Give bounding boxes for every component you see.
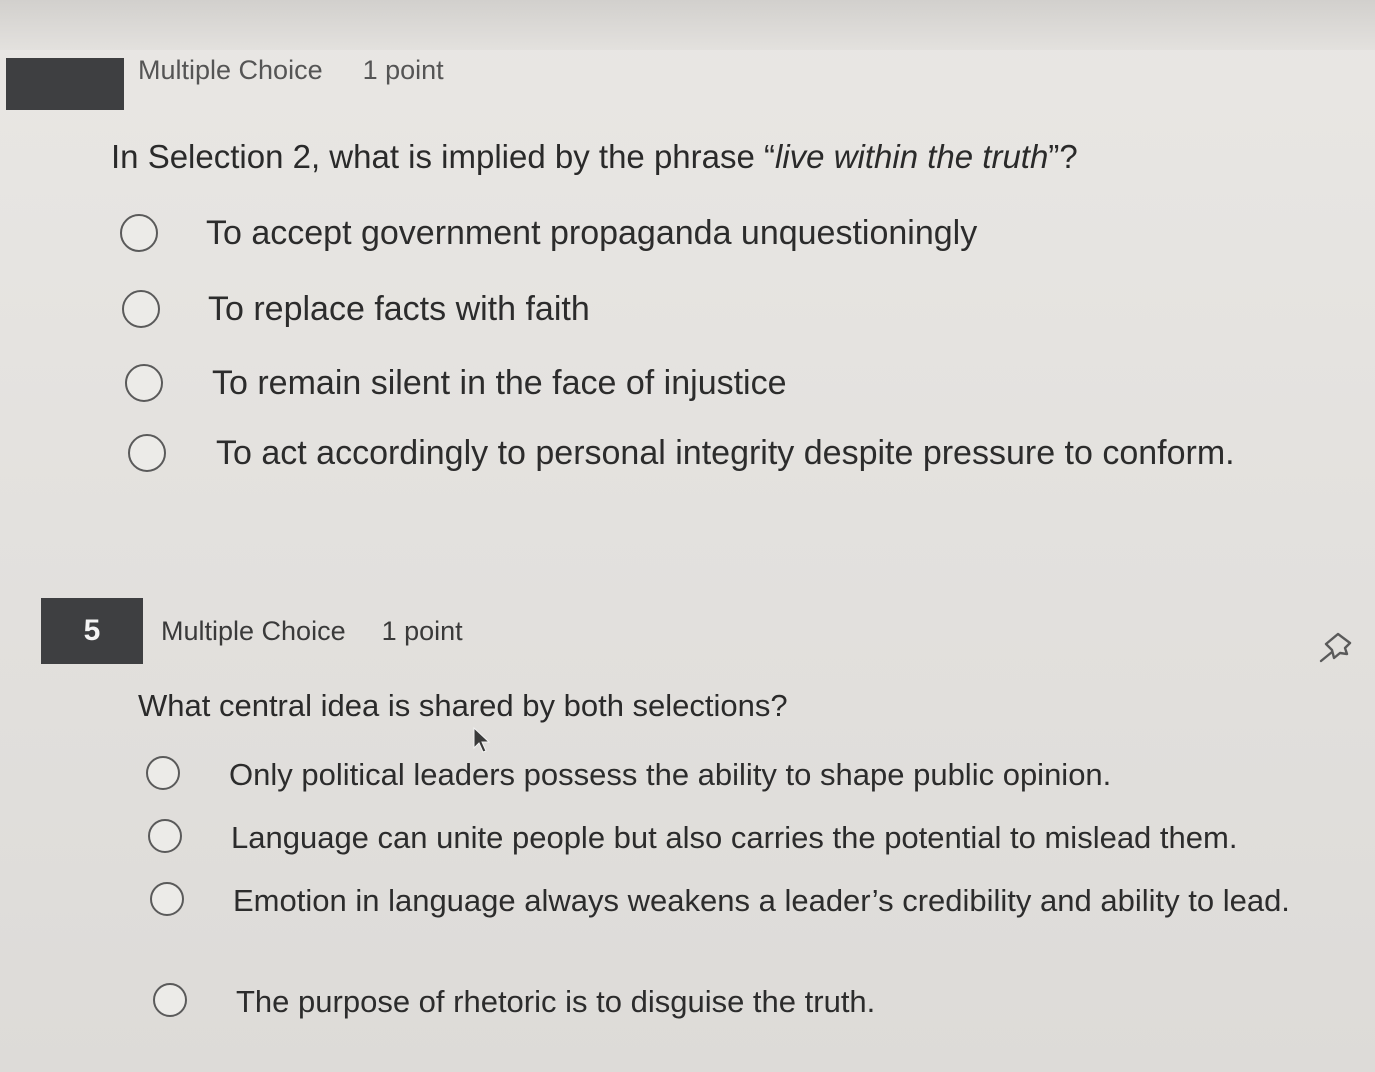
radio-button[interactable] <box>128 434 166 472</box>
question-4-type: Multiple Choice <box>138 54 323 85</box>
top-edge <box>0 0 1375 50</box>
radio-button[interactable] <box>153 983 187 1017</box>
radio-button[interactable] <box>148 819 182 853</box>
question-4-number-badge <box>6 58 124 110</box>
question-4-option-1[interactable]: To accept government propaganda unquesti… <box>120 214 977 252</box>
radio-button[interactable] <box>120 214 158 252</box>
question-5-number-badge: 5 <box>41 598 143 664</box>
question-4-prompt: In Selection 2, what is implied by the p… <box>111 138 1078 176</box>
question-4-option-3[interactable]: To remain silent in the face of injustic… <box>125 364 787 402</box>
option-label: Language can unite people but also carri… <box>231 820 1238 855</box>
option-label: To act accordingly to personal integrity… <box>216 434 1235 472</box>
question-5-prompt: What central idea is shared by both sele… <box>138 688 788 723</box>
question-4-prompt-text: In Selection 2, what is implied by the p… <box>111 138 776 175</box>
radio-button[interactable] <box>146 756 180 790</box>
question-4-prompt-quote: live within the truth <box>775 138 1049 175</box>
question-4-option-2[interactable]: To replace facts with faith <box>122 290 590 328</box>
option-label: Only political leaders possess the abili… <box>229 757 1112 792</box>
question-4-prompt-end: ”? <box>1048 138 1078 175</box>
radio-button[interactable] <box>150 882 184 916</box>
radio-button[interactable] <box>122 290 160 328</box>
question-5-points: 1 point <box>381 615 463 646</box>
question-4-points: 1 point <box>362 54 444 85</box>
radio-button[interactable] <box>125 364 163 402</box>
option-label: The purpose of rhetoric is to disguise t… <box>236 984 876 1019</box>
question-5-header: 5 Multiple Choice 1 point <box>41 598 463 664</box>
question-5-option-1[interactable]: Only political leaders possess the abili… <box>146 756 1111 794</box>
question-4-option-4[interactable]: To act accordingly to personal integrity… <box>128 434 1235 472</box>
question-5-option-4[interactable]: The purpose of rhetoric is to disguise t… <box>153 983 875 1021</box>
question-5-option-3[interactable]: Emotion in language always weakens a lea… <box>150 882 1293 920</box>
option-label: To accept government propaganda unquesti… <box>206 214 978 252</box>
question-5-option-2[interactable]: Language can unite people but also carri… <box>148 819 1237 857</box>
question-4-header: Multiple Choice 1 point <box>0 54 444 110</box>
option-label: To remain silent in the face of injustic… <box>212 364 787 402</box>
pin-icon[interactable] <box>1316 630 1360 669</box>
question-5-type: Multiple Choice <box>161 615 346 646</box>
option-label: Emotion in language always weakens a lea… <box>233 883 1290 918</box>
option-label: To replace facts with faith <box>208 290 590 328</box>
